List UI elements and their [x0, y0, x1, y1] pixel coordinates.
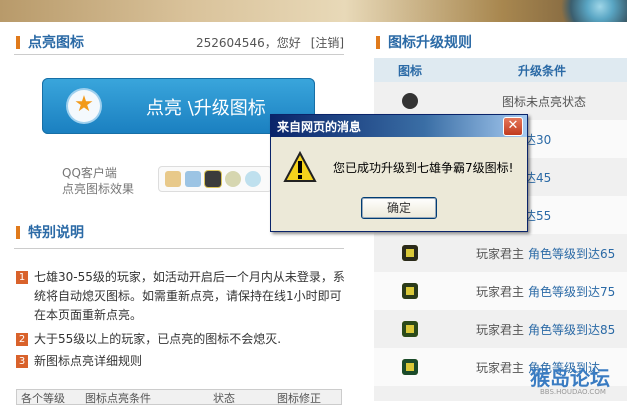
shield-icon [185, 171, 201, 187]
light-upgrade-label: 点亮 \升级图标 [146, 98, 266, 119]
dialog-titlebar: 来自网页的消息 ✕ [271, 115, 527, 137]
col-icon-header: 图标 [398, 64, 423, 78]
note-text: 七雄30-55级的玩家，如活动开启后一个月内从未登录，系统将自动熄灭图标。如需重… [34, 270, 345, 322]
sun-icon [225, 171, 241, 187]
divider [14, 248, 344, 249]
ok-button[interactable]: 确定 [361, 197, 437, 219]
note-item: 2 大于55级以上的玩家，已点亮的图标不会熄灭. [16, 330, 351, 349]
divider [14, 54, 344, 55]
top-banner [0, 0, 627, 22]
gray-level-icon [402, 93, 418, 109]
row-condition: 图标未点亮状态 [502, 95, 587, 109]
row-condition: 玩家君主 角色等级到达85 [476, 323, 616, 337]
warning-icon [283, 151, 317, 182]
section-title: 图标升级规则 [388, 35, 472, 51]
bubble-icon [245, 171, 261, 187]
tab-light-conditions[interactable]: 图标点亮条件 [85, 390, 151, 404]
level-icon [402, 321, 418, 337]
level-tab-strip: 各个等级 图标点亮条件 状态 图标修正 [16, 389, 342, 405]
banner-decoration [537, 0, 627, 22]
qq-client-label: QQ客户端 [62, 166, 117, 180]
close-button[interactable]: ✕ [503, 117, 523, 136]
alert-dialog: 来自网页的消息 ✕ 您已成功升级到七雄争霸7级图标! 确定 [270, 114, 528, 232]
section-marker [16, 226, 20, 239]
section-title: 点亮图标 [28, 35, 84, 51]
tab-levels[interactable]: 各个等级 [21, 390, 65, 404]
table-row: 玩家君主 角色等级到达65 [374, 234, 627, 272]
forum-watermark-url: BBS.HOUDAO.COM [540, 388, 606, 396]
note-item[interactable]: 3 新图标点亮详细规则 [16, 352, 351, 371]
section-header-rules: 图标升级规则 [360, 32, 560, 52]
section-header-light-icon: 点亮图标 [0, 32, 200, 52]
note-number: 1 [16, 271, 28, 284]
game-icon [205, 171, 221, 187]
level-icon [402, 245, 418, 261]
tab-status[interactable]: 状态 [213, 390, 235, 404]
dialog-message: 您已成功升级到七雄争霸7级图标! [333, 161, 514, 175]
section-title: 特别说明 [28, 225, 84, 241]
level-icon [402, 359, 418, 375]
dialog-title: 来自网页的消息 [277, 120, 362, 134]
table-header: 图标 升级条件 [374, 58, 627, 82]
section-header-notes: 特别说明 [0, 222, 200, 242]
section-marker [376, 36, 380, 49]
note-link[interactable]: 新图标点亮详细规则 [34, 352, 349, 371]
row-condition: 玩家君主 角色等级到达65 [476, 247, 616, 261]
hand-icon [165, 171, 181, 187]
col-condition-header: 升级条件 [518, 64, 567, 78]
tab-icon-fix[interactable]: 图标修正 [277, 390, 321, 404]
qq-effect-label: 点亮图标效果 [62, 182, 135, 196]
note-number: 3 [16, 355, 28, 368]
star-icon: ★ [68, 90, 100, 122]
user-id: 252604546，您好 [196, 36, 301, 50]
logout-link[interactable]: [注销] [311, 36, 344, 50]
table-row: 玩家君主 角色等级到达75 [374, 272, 627, 310]
note-item: 1 七雄30-55级的玩家，如活动开启后一个月内从未登录，系统将自动熄灭图标。如… [16, 268, 351, 328]
forum-watermark: 猴岛论坛 [530, 366, 610, 390]
level-icon [402, 283, 418, 299]
row-condition: 玩家君主 角色等级到达75 [476, 285, 616, 299]
note-number: 2 [16, 333, 28, 346]
section-marker [16, 36, 20, 49]
table-row: 玩家君主 角色等级到达85 [374, 310, 627, 348]
user-greeting: 252604546，您好 [注销] [196, 34, 344, 51]
qq-icon-preview [158, 166, 272, 192]
note-text: 大于55级以上的玩家，已点亮的图标不会熄灭. [34, 332, 282, 346]
